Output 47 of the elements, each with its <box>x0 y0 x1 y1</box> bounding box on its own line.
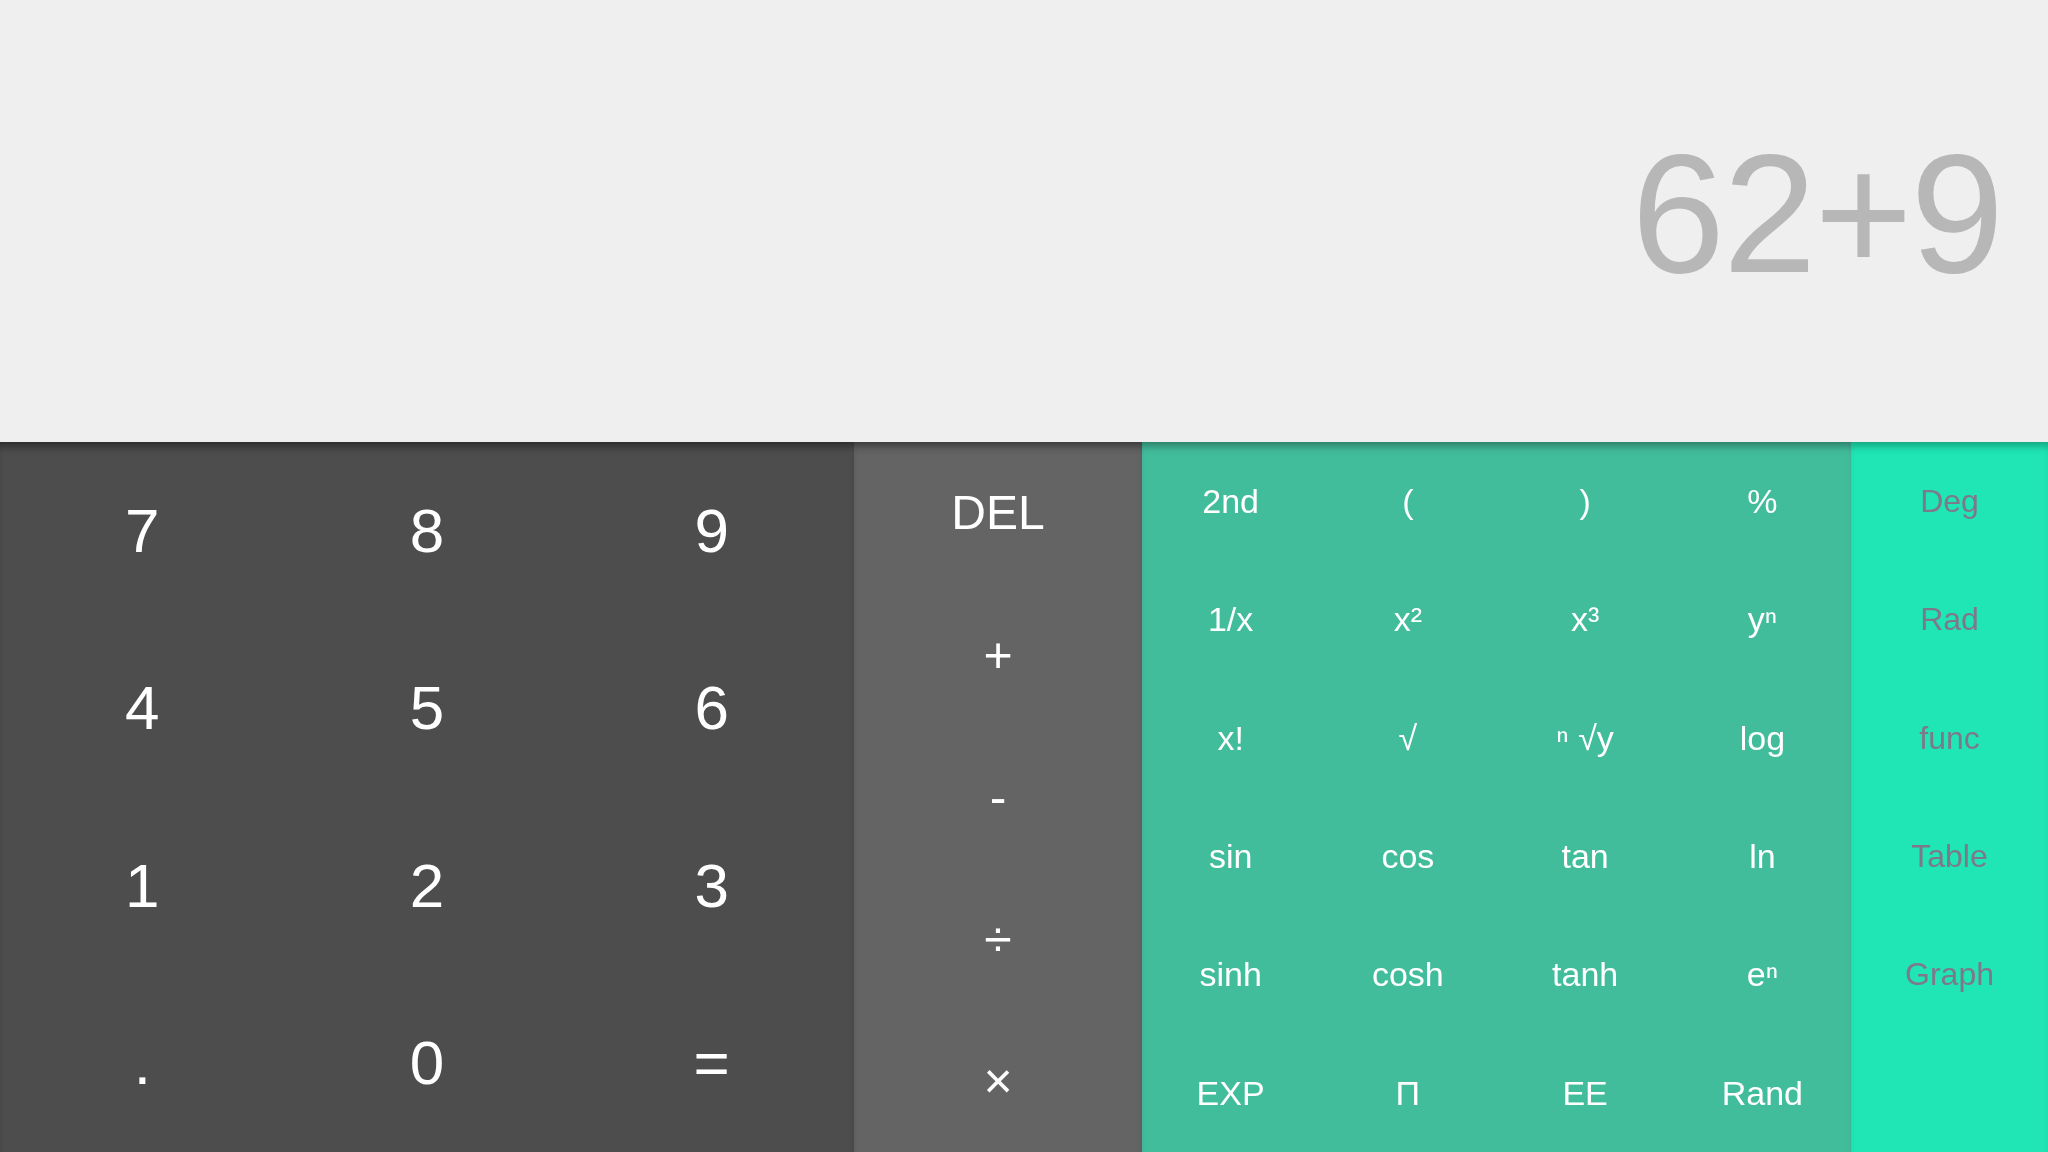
function-key[interactable]: ln <box>1673 797 1851 916</box>
operator-key[interactable]: DEL <box>854 442 1142 584</box>
function-key[interactable]: tan <box>1496 797 1674 916</box>
function-key[interactable]: √ <box>1319 678 1497 797</box>
mode-key[interactable]: Deg <box>1851 442 2048 561</box>
function-key[interactable]: yⁿ <box>1673 560 1851 679</box>
keypad-key[interactable]: 8 <box>284 442 570 620</box>
function-key[interactable]: EXP <box>1142 1033 1320 1152</box>
mode-key[interactable]: Table <box>1851 797 2048 916</box>
keypad-key[interactable]: 4 <box>0 619 285 797</box>
function-key[interactable]: cosh <box>1319 915 1497 1034</box>
keypad-key[interactable]: = <box>569 974 854 1152</box>
mode-key[interactable]: Graph <box>1851 915 2048 1034</box>
function-key[interactable]: EE <box>1496 1033 1674 1152</box>
function-key[interactable]: x² <box>1319 560 1497 679</box>
function-key[interactable]: 2nd <box>1142 442 1320 561</box>
function-key[interactable]: ) <box>1496 442 1674 561</box>
function-key[interactable]: log <box>1673 678 1851 797</box>
keypad-key[interactable]: . <box>0 974 285 1152</box>
keypad-key[interactable]: 3 <box>569 797 854 975</box>
function-key[interactable]: x³ <box>1496 560 1674 679</box>
operator-key[interactable]: + <box>854 584 1142 726</box>
mode-key[interactable]: func <box>1851 678 2048 797</box>
function-key[interactable]: sin <box>1142 797 1320 916</box>
function-key[interactable]: cos <box>1319 797 1497 916</box>
function-key[interactable]: x! <box>1142 678 1320 797</box>
function-key[interactable]: eⁿ <box>1673 915 1851 1034</box>
keypad-key[interactable]: 9 <box>569 442 854 620</box>
function-key[interactable]: % <box>1673 442 1851 561</box>
function-key[interactable]: 1/x <box>1142 560 1320 679</box>
operator-key[interactable]: × <box>854 1010 1142 1152</box>
function-key[interactable]: Π <box>1319 1033 1497 1152</box>
function-key[interactable]: Rand <box>1673 1033 1851 1152</box>
function-key[interactable]: ⁿ √y <box>1496 678 1674 797</box>
keypad-key[interactable]: 5 <box>284 619 570 797</box>
keypad-key[interactable]: 2 <box>284 797 570 975</box>
operator-key[interactable]: ÷ <box>854 868 1142 1010</box>
function-key[interactable]: sinh <box>1142 915 1320 1034</box>
function-key[interactable]: tanh <box>1496 915 1674 1034</box>
mode-key[interactable]: Rad <box>1851 560 2048 679</box>
keypad-key[interactable]: 7 <box>0 442 285 620</box>
operator-key[interactable]: - <box>854 726 1142 868</box>
function-key[interactable]: ( <box>1319 442 1497 561</box>
keypad-key[interactable]: 0 <box>284 974 570 1152</box>
expression-display: 62+9 <box>1631 130 2002 298</box>
keypad-key[interactable]: 1 <box>0 797 285 975</box>
keypad-key[interactable]: 6 <box>569 619 854 797</box>
